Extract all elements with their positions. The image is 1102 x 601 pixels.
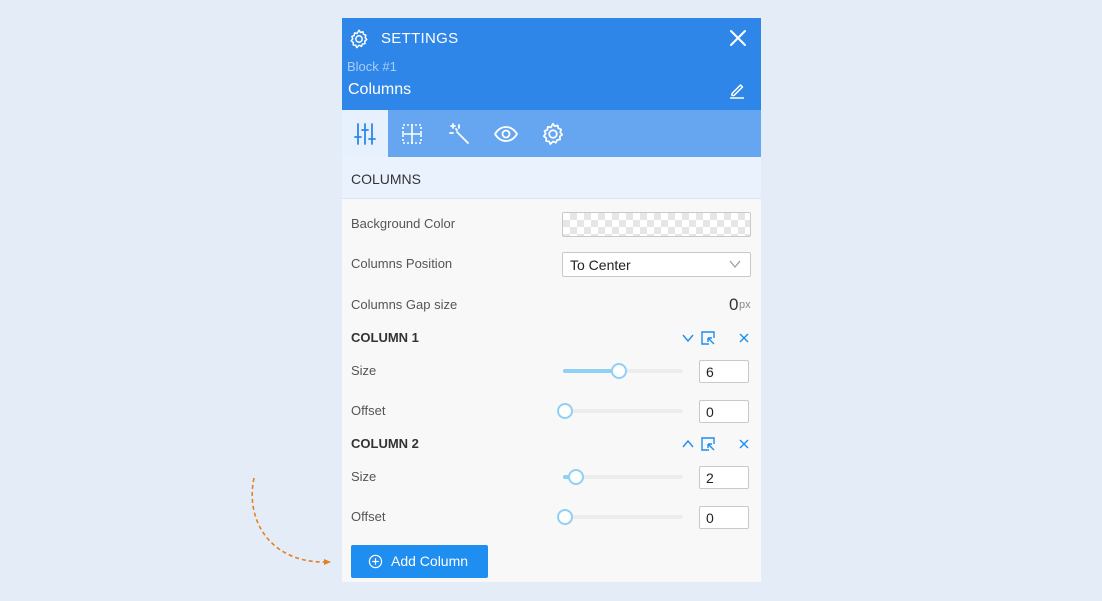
column-1-offset-label: Offset	[351, 403, 386, 418]
column-1-offset-input[interactable]	[699, 400, 749, 423]
block-label: Block #1	[347, 59, 397, 74]
toolbar	[342, 110, 761, 157]
settings-panel: SETTINGS Block #1 Columns COLUMNS Backgr…	[342, 18, 761, 582]
gear-icon	[542, 122, 564, 145]
background-color-label: Background Color	[351, 216, 456, 231]
panel-title: SETTINGS	[381, 30, 459, 47]
add-column-button[interactable]: Add Column	[351, 545, 488, 578]
slider-thumb[interactable]	[557, 403, 573, 419]
column-1-size-label: Size	[351, 363, 377, 378]
gear-icon	[350, 29, 368, 49]
background-color-swatch[interactable]	[562, 212, 751, 237]
column-1-size-input[interactable]	[699, 360, 749, 383]
chevron-down-icon	[729, 260, 741, 268]
element-name: Columns	[348, 81, 412, 98]
columns-gap-unit: px	[739, 299, 751, 311]
plus-circle-icon	[368, 554, 383, 569]
slider-thumb[interactable]	[557, 509, 573, 525]
columns-position-label: Columns Position	[351, 256, 453, 271]
add-column-label: Add Column	[391, 553, 469, 569]
column-2-size-input[interactable]	[699, 466, 749, 489]
column-2-title: COLUMN 2	[351, 436, 419, 451]
columns-position-select[interactable]: To Center	[562, 252, 751, 277]
columns-position-value: To Center	[570, 257, 631, 273]
magic-wand-icon	[449, 122, 469, 144]
section-title: COLUMNS	[351, 171, 422, 187]
eye-icon	[493, 125, 519, 142]
select-element-icon[interactable]	[701, 331, 715, 345]
dashed-arrow-icon	[251, 477, 331, 565]
slider-thumb[interactable]	[567, 469, 584, 485]
grid-icon	[402, 123, 422, 144]
tab-layout[interactable]	[342, 110, 388, 157]
column-1-size-slider[interactable]	[563, 363, 683, 379]
tab-settings[interactable]	[530, 110, 576, 157]
close-icon[interactable]	[728, 28, 748, 48]
sliders-icon	[354, 122, 376, 145]
panel-header: SETTINGS Block #1 Columns	[342, 18, 761, 110]
column-2-size-slider[interactable]	[563, 469, 683, 485]
pencil-icon[interactable]	[728, 81, 746, 99]
tab-effects[interactable]	[436, 110, 482, 157]
section-header: COLUMNS	[342, 157, 761, 199]
column-1-offset-slider[interactable]	[557, 403, 683, 419]
remove-column-icon[interactable]	[737, 437, 751, 451]
column-2-offset-label: Offset	[351, 509, 386, 524]
column-2-size-label: Size	[351, 469, 377, 484]
slider-fill	[563, 369, 617, 373]
remove-column-icon[interactable]	[737, 331, 751, 345]
column-2-offset-input[interactable]	[699, 506, 749, 529]
columns-gap-label: Columns Gap size	[351, 297, 458, 312]
column-2-offset-slider[interactable]	[557, 509, 683, 525]
column-1-title: COLUMN 1	[351, 330, 419, 345]
tab-visibility[interactable]	[483, 110, 529, 157]
chevron-up-icon[interactable]	[681, 437, 695, 451]
select-element-icon[interactable]	[701, 437, 715, 451]
chevron-down-icon[interactable]	[681, 331, 695, 345]
columns-gap-value[interactable]: 0	[729, 295, 738, 315]
slider-thumb[interactable]	[611, 363, 627, 379]
tab-grid[interactable]	[389, 110, 435, 157]
